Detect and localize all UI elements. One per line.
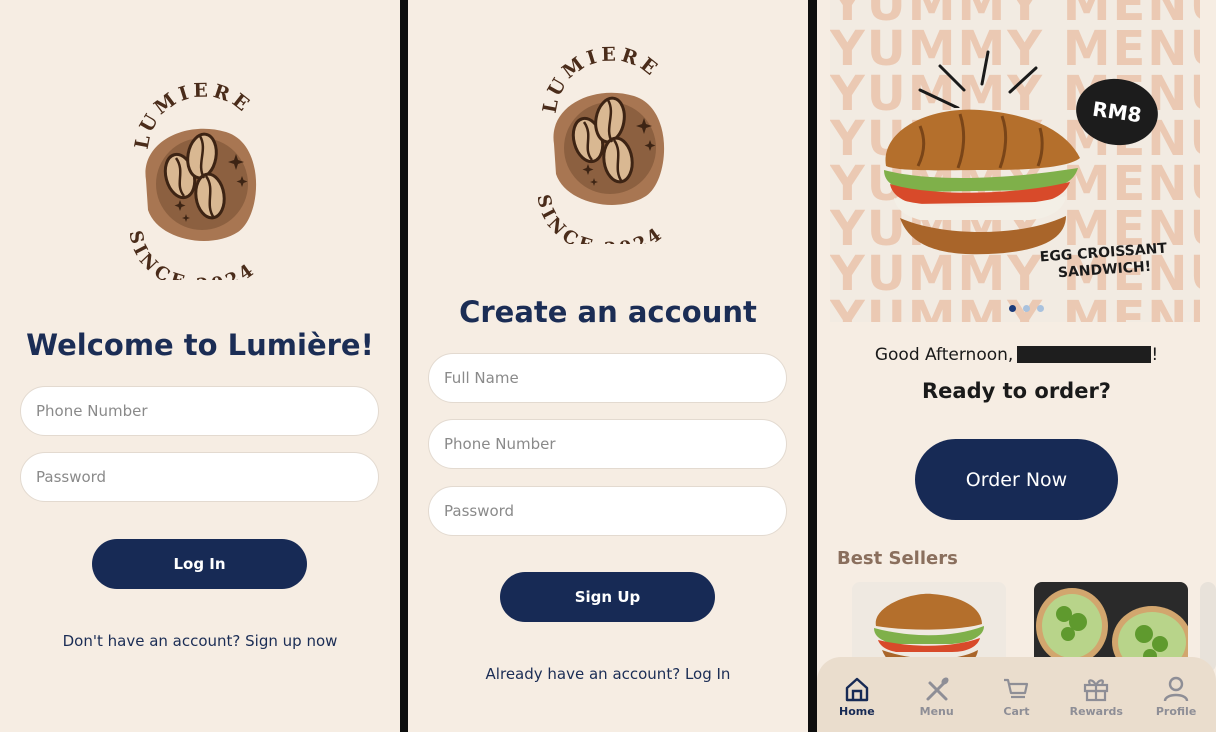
- login-prompt: Already have an account? Log In: [408, 665, 808, 683]
- page-title: Create an account: [459, 295, 757, 329]
- greeting-text: Good Afternoon,: [874, 345, 1014, 365]
- carousel-dots[interactable]: [1009, 305, 1044, 312]
- signup-button[interactable]: Sign Up: [500, 572, 715, 622]
- signup-prompt: Don't have an account? Sign up now: [0, 632, 400, 650]
- ready-heading: Ready to order?: [922, 379, 1111, 403]
- croissant-sandwich-image: [884, 109, 1080, 255]
- bottom-tab-bar: Home Menu Cart Rewards Profile: [817, 657, 1216, 732]
- promo-banner[interactable]: YUMMY MENU YUMMY MENU YUMMY MENU YUMMY M…: [830, 0, 1200, 322]
- tab-menu[interactable]: Menu: [902, 675, 972, 732]
- home-screen: YUMMY MENU YUMMY MENU YUMMY MENU YUMMY M…: [817, 0, 1216, 732]
- coffee-bean-logo-icon: LUMIERE SINCE 2024: [532, 44, 664, 244]
- carousel-dot[interactable]: [1023, 305, 1030, 312]
- gift-icon: [1084, 679, 1109, 702]
- best-sellers-title: Best Sellers: [837, 548, 958, 569]
- greeting-end: !: [1151, 345, 1159, 365]
- coffee-bean-logo-icon: LUMIERE SINCE 2024: [124, 80, 256, 280]
- carousel-dot[interactable]: [1037, 305, 1044, 312]
- lumiere-logo: LUMIERE SINCE 2024: [526, 44, 690, 244]
- login-link[interactable]: Log In: [685, 665, 731, 683]
- tab-profile[interactable]: Profile: [1141, 675, 1211, 732]
- phone-number-field[interactable]: [20, 386, 379, 436]
- login-screen: LUMIERE SINCE 2024: [0, 0, 400, 732]
- login-button[interactable]: Log In: [92, 539, 307, 589]
- panel-divider: [400, 0, 408, 732]
- full-name-field[interactable]: [428, 353, 787, 403]
- lumiere-logo: LUMIERE SINCE 2024: [118, 80, 282, 280]
- home-icon: [845, 677, 869, 702]
- greeting: Good Afternoon,!: [817, 345, 1216, 365]
- login-prompt-text: Already have an account?: [485, 665, 685, 683]
- tab-rewards[interactable]: Rewards: [1061, 675, 1131, 732]
- order-now-button[interactable]: Order Now: [915, 439, 1118, 520]
- tab-home[interactable]: Home: [822, 675, 892, 732]
- signup-screen: LUMIERE SINCE 2024: [408, 0, 808, 732]
- page-title: Welcome to Lumière!: [26, 328, 374, 362]
- signup-prompt-text: Don't have an account?: [62, 632, 246, 650]
- utensils-icon: [926, 677, 949, 701]
- profile-icon: [1163, 676, 1189, 702]
- phone-number-field[interactable]: [428, 419, 787, 469]
- carousel-dot[interactable]: [1009, 305, 1016, 312]
- panel-divider: [808, 0, 817, 732]
- password-field[interactable]: [20, 452, 379, 502]
- redacted-username: [1017, 346, 1152, 363]
- cart-icon: [1004, 678, 1029, 699]
- password-field[interactable]: [428, 486, 787, 536]
- signup-link[interactable]: Sign up now: [245, 632, 337, 650]
- tab-cart[interactable]: Cart: [981, 675, 1051, 732]
